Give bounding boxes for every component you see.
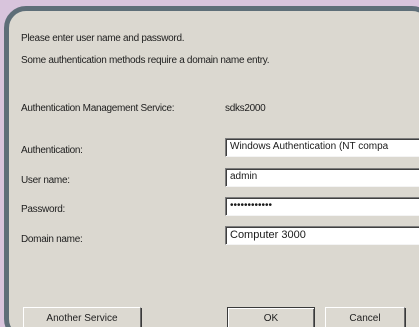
login-dialog: Please enter user name and password. Som… [9,11,419,327]
domain-note-text: Some authentication methods require a do… [21,55,270,66]
password-input[interactable]: •••••••••••• [225,197,419,216]
authentication-label: Authentication: [21,145,83,156]
service-value: sdks2000 [225,103,266,114]
domain-input[interactable]: Computer 3000 [225,226,419,245]
ok-button[interactable]: OK [227,307,315,327]
service-label: Authentication Management Service: [21,103,175,114]
username-input[interactable]: admin [225,168,419,187]
another-service-button[interactable]: Another Service [23,307,141,327]
domain-label: Domain name: [21,234,83,245]
username-label: User name: [21,175,70,186]
authentication-select[interactable]: Windows Authentication (NT compa [225,138,419,157]
cancel-button[interactable]: Cancel [325,307,405,327]
window-frame: Please enter user name and password. Som… [4,6,419,327]
password-label: Password: [21,204,65,215]
prompt-text: Please enter user name and password. [21,33,185,44]
